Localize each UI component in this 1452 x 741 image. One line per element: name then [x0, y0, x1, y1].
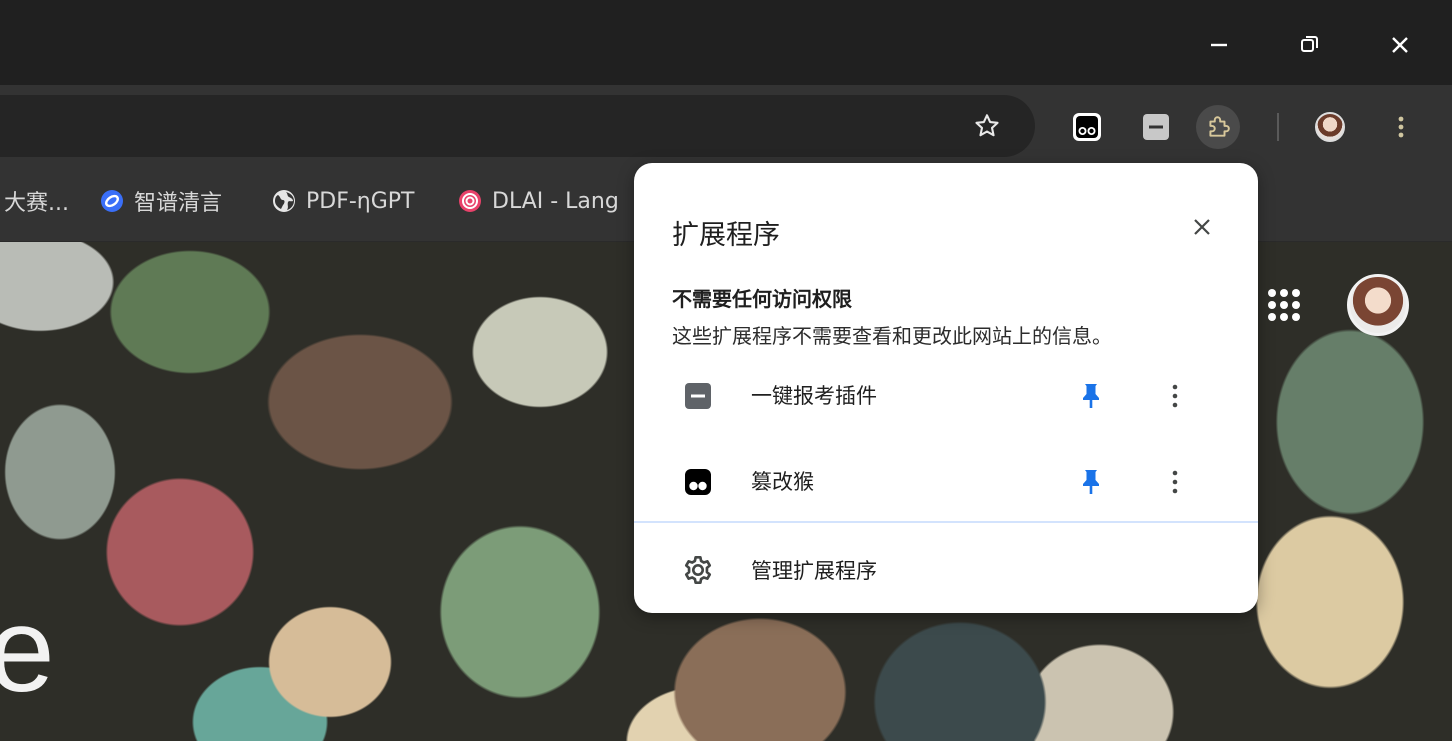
puzzle-icon: [1209, 116, 1230, 137]
bookmark-label: 智谱清言: [134, 191, 223, 216]
browser-toolbar: [0, 85, 1452, 161]
extension-name: 一键报考插件: [751, 384, 877, 408]
pin-icon: [1083, 470, 1099, 494]
tampermonkey-toolbar-button[interactable]: [1065, 105, 1109, 149]
extension-more-button[interactable]: [1158, 378, 1192, 414]
tampermonkey-icon: [1073, 113, 1101, 141]
account-avatar[interactable]: [1347, 274, 1409, 336]
google-apps-icon[interactable]: [1266, 287, 1302, 323]
extensions-button[interactable]: [1196, 105, 1240, 149]
zhipu-logo-icon: [101, 190, 123, 212]
bookmark-label: DLAI - Lang: [492, 188, 619, 214]
exam-plugin-icon: [1143, 114, 1169, 140]
minimize-button[interactable]: [1196, 22, 1242, 68]
section-description: 这些扩展程序不需要查看和更改此网站上的信息。: [672, 324, 1112, 348]
close-icon: [1392, 37, 1408, 53]
window-title-bar: [0, 0, 1452, 85]
bookmark-label: 大赛...: [4, 191, 69, 216]
section-heading: 不需要任何访问权限: [672, 287, 852, 311]
bookmark-item[interactable]: 智谱清言: [100, 185, 222, 217]
extension-name: 篡改猴: [751, 470, 814, 494]
address-bar[interactable]: [0, 95, 1035, 157]
minimize-icon: [1211, 43, 1227, 47]
pin-icon: [1083, 384, 1099, 408]
toolbar-divider: [1277, 113, 1279, 141]
kebab-menu-icon: [1172, 384, 1178, 408]
extension-row-exam-plugin[interactable]: 一键报考插件: [634, 361, 1258, 431]
kebab-menu-icon: [1398, 116, 1404, 138]
exam-plugin-toolbar-button[interactable]: [1134, 105, 1178, 149]
pin-button[interactable]: [1074, 378, 1108, 414]
bookmark-item[interactable]: DLAI - Lang: [458, 185, 619, 217]
extension-row-tampermonkey[interactable]: 篡改猴: [634, 447, 1258, 517]
star-outline-icon: [975, 114, 999, 137]
restore-button[interactable]: [1286, 22, 1332, 68]
close-icon: [1194, 219, 1210, 235]
globe-icon: [273, 190, 295, 212]
close-window-button[interactable]: [1377, 22, 1423, 68]
popup-close-button[interactable]: [1182, 207, 1222, 247]
bookmark-item[interactable]: 大赛...: [4, 185, 69, 217]
bookmark-star-button[interactable]: [965, 109, 1009, 143]
profile-button[interactable]: [1308, 105, 1352, 149]
popup-divider: [634, 521, 1258, 523]
gear-icon: [684, 556, 712, 584]
pin-button[interactable]: [1074, 464, 1108, 500]
bookmark-label: PDF-ηGPT: [306, 188, 415, 214]
page-partial-text: e: [0, 583, 55, 717]
browser-menu-button[interactable]: [1379, 105, 1423, 149]
extensions-popup: 扩展程序 不需要任何访问权限 这些扩展程序不需要查看和更改此网站上的信息。 一键…: [634, 163, 1258, 613]
tampermonkey-icon: [685, 469, 711, 495]
bookmark-item[interactable]: PDF-ηGPT: [272, 185, 415, 217]
manage-extensions-button[interactable]: 管理扩展程序: [634, 537, 1258, 603]
avatar: [1315, 112, 1345, 142]
dlai-logo-icon: [459, 190, 481, 212]
exam-plugin-icon: [685, 383, 711, 409]
restore-icon: [1301, 36, 1318, 52]
extension-more-button[interactable]: [1158, 464, 1192, 500]
kebab-menu-icon: [1172, 470, 1178, 494]
manage-extensions-label: 管理扩展程序: [751, 559, 877, 583]
popup-title: 扩展程序: [672, 220, 780, 251]
